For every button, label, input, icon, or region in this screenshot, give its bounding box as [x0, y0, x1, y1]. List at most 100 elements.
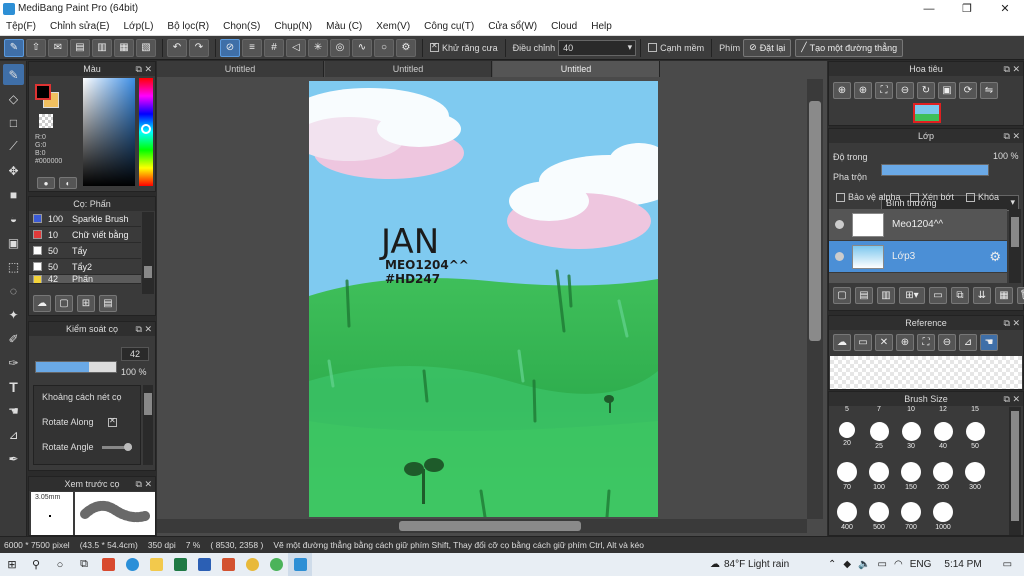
close-button[interactable]: ✕ [986, 0, 1024, 17]
canvas-area[interactable]: Untitled Untitled Untitled JAN MEO1204^^… [157, 61, 827, 536]
pen-tool-icon[interactable]: ✒ [3, 448, 24, 469]
move-tool-icon[interactable]: ✥ [3, 160, 24, 181]
magic-wand-tool-icon[interactable]: ✦ [3, 304, 24, 325]
smooth-checkbox[interactable] [648, 43, 658, 52]
menu-layer[interactable]: Lớp(L) [124, 21, 154, 32]
brush-size-option[interactable]: 25 [863, 422, 895, 450]
foreground-color-swatch[interactable] [35, 84, 51, 100]
undo-icon[interactable]: ↶ [167, 38, 187, 57]
redo-icon[interactable]: ↷ [189, 38, 209, 57]
select-tool-icon[interactable]: ⬚ [3, 256, 24, 277]
explorer-icon[interactable] [144, 553, 168, 576]
app-icon-1[interactable] [96, 553, 120, 576]
menu-capture[interactable]: Chụp(N) [274, 21, 312, 32]
panel4-icon[interactable]: ▧ [136, 38, 156, 57]
document-tab[interactable]: Untitled [157, 61, 324, 77]
task-view-icon[interactable]: ⧉ [72, 553, 96, 576]
snap-vanish-icon[interactable]: ◁ [286, 38, 306, 57]
hand-tool-icon[interactable]: ☚ [3, 400, 24, 421]
chrome2-icon[interactable] [264, 553, 288, 576]
antialias-toggle[interactable]: Khử răng cưa [430, 41, 498, 53]
snap-grid-icon[interactable]: # [264, 38, 284, 57]
panel3-icon[interactable]: ▦ [114, 38, 134, 57]
layer-settings-icon[interactable]: ⚙ [989, 249, 1001, 265]
document-tab[interactable]: Untitled [325, 61, 492, 77]
eyedropper-tool-icon[interactable]: ⊿ [3, 424, 24, 445]
new-brush-icon[interactable]: ▢ [55, 295, 73, 312]
visibility-icon[interactable] [835, 252, 844, 261]
panel-controls[interactable]: ⧉ ✕ [136, 322, 152, 336]
duplicate-layer-icon[interactable]: ⧉ [951, 287, 969, 304]
transparent-swatch[interactable] [39, 114, 53, 128]
smooth-toggle[interactable]: Cạnh mềm [648, 43, 704, 53]
snap-parallel-icon[interactable]: ≡ [242, 38, 262, 57]
palette-button[interactable]: ● [37, 177, 55, 189]
word-icon[interactable] [192, 553, 216, 576]
brush-size-option[interactable]: 10 [895, 406, 927, 413]
ref-zoom-out-icon[interactable]: ⊖ [938, 334, 956, 351]
volume-icon[interactable]: 🔈 [858, 559, 870, 570]
panel-controls[interactable]: ⧉ ✕ [1004, 129, 1020, 143]
panel-controls[interactable]: ⧉ ✕ [1004, 62, 1020, 76]
brush-size-option[interactable]: 20 [831, 422, 863, 450]
ref-cloud-icon[interactable]: ☁ [833, 334, 851, 351]
rect-tool-icon[interactable]: □ [3, 112, 24, 133]
brush-mode-icon[interactable]: ✎ [4, 38, 24, 57]
brush-item[interactable]: 10 Chữ viết bằng [29, 227, 141, 243]
snap-curve-icon[interactable]: ∿ [352, 38, 372, 57]
delete-layer-icon[interactable]: 🗑 [1017, 287, 1024, 304]
zoom-in-icon[interactable]: ⊕ [833, 82, 851, 99]
zoom-out-icon[interactable]: ⊖ [896, 82, 914, 99]
layer-opacity-slider[interactable] [881, 164, 989, 176]
visibility-icon[interactable] [835, 220, 844, 229]
zoom-in2-icon[interactable]: ⊕ [854, 82, 872, 99]
reference-area[interactable] [830, 356, 1022, 389]
notification-icon[interactable]: ▭ [1003, 559, 1012, 570]
snap-circle-icon[interactable]: ◎ [330, 38, 350, 57]
battery-icon[interactable]: ▭ [878, 559, 887, 570]
brush-tool-icon[interactable]: ✎ [3, 64, 24, 85]
rotate-angle-slider[interactable] [102, 443, 132, 451]
brush-size-option[interactable]: 50 [959, 422, 991, 450]
ref-close-icon[interactable]: ✕ [875, 334, 893, 351]
vertical-scrollbar[interactable] [807, 79, 823, 519]
protect-alpha-toggle[interactable]: Bảo vệ alpha [836, 192, 901, 202]
brush-size-option[interactable]: 70 [831, 462, 863, 491]
brush-size-option[interactable]: 40 [927, 422, 959, 450]
ref-zoom-in-icon[interactable]: ⊕ [896, 334, 914, 351]
reset-view-icon[interactable]: ⟳ [959, 82, 977, 99]
layer-scrollbar[interactable] [1009, 209, 1021, 283]
brush-size-option[interactable]: 200 [927, 462, 959, 491]
layer-row-selected[interactable]: Lớp3 ⚙ [829, 241, 1007, 272]
navigator-thumbnail[interactable] [913, 103, 941, 123]
fill-rect-tool-icon[interactable]: ■ [3, 184, 24, 205]
panel-controls[interactable]: ⧉ ✕ [136, 62, 152, 76]
horizontal-scrollbar[interactable] [157, 519, 807, 533]
brush-size-option[interactable]: 5 [831, 406, 863, 413]
brush-settings-icon[interactable]: ▤ [99, 295, 117, 312]
actual-size-icon[interactable]: ▣ [938, 82, 956, 99]
clock[interactable]: 5:14 PM [944, 559, 981, 570]
excel-icon[interactable] [168, 553, 192, 576]
brush-item[interactable]: 50 Tẩy [29, 243, 141, 259]
menu-tools[interactable]: Công cụ(T) [424, 21, 474, 32]
snap-radial-icon[interactable]: ✳ [308, 38, 328, 57]
menu-filter[interactable]: Bộ lọc(R) [167, 21, 209, 32]
lock-toggle[interactable]: Khóa [966, 192, 999, 202]
brush-size-option[interactable]: 15 [959, 406, 991, 413]
tray-app-icon[interactable]: ◆ [843, 559, 851, 570]
cortana-icon[interactable]: ○ [48, 553, 72, 576]
ref-eyedropper-icon[interactable]: ⊿ [959, 334, 977, 351]
rotate-along-checkbox[interactable] [108, 416, 117, 427]
saturation-value-picker[interactable] [83, 78, 135, 186]
minimize-button[interactable]: — [910, 0, 948, 17]
layer-row[interactable] [829, 273, 1007, 283]
brush-size-option[interactable]: 300 [959, 462, 991, 491]
palette2-button[interactable]: ◐ [59, 177, 77, 189]
edge-icon[interactable] [120, 553, 144, 576]
layer-row[interactable]: Meo1204^^ [829, 209, 1007, 240]
brush-size-option[interactable]: 100 [863, 462, 895, 491]
dot-tool-icon[interactable]: ⟋ [3, 136, 24, 157]
start-icon[interactable]: ⊞ [0, 553, 24, 576]
artwork-canvas[interactable]: JAN MEO1204^^ #HD247 [309, 81, 658, 517]
